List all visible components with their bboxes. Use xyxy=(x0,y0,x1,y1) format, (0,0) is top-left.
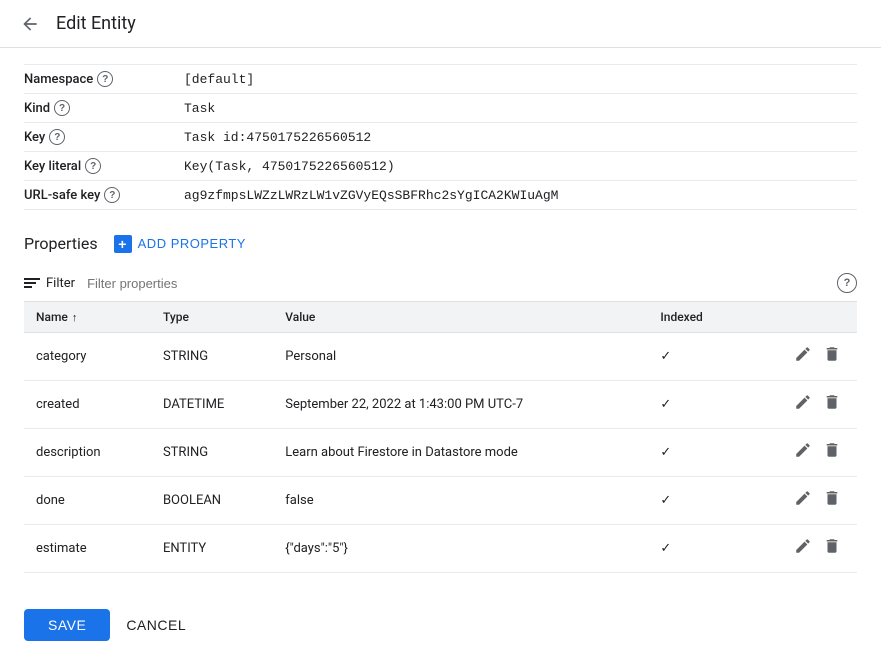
kind-help-icon[interactable]: ? xyxy=(54,100,70,116)
label-namespace: Namespace ? xyxy=(24,71,184,87)
cell-name: category xyxy=(24,333,151,381)
cell-type: STRING xyxy=(151,333,273,381)
filter-input[interactable] xyxy=(87,276,837,291)
info-row-namespace: Namespace ? [default] xyxy=(24,64,857,94)
col-header-name: Name ↑ xyxy=(24,302,151,333)
edit-row-button[interactable] xyxy=(790,535,816,562)
delete-row-button[interactable] xyxy=(819,391,845,418)
cell-actions xyxy=(743,477,857,525)
cancel-button[interactable]: CANCEL xyxy=(126,617,186,633)
col-header-actions xyxy=(743,302,857,333)
cell-value: Learn about Firestore in Datastore mode xyxy=(273,429,648,477)
save-button[interactable]: SAVE xyxy=(24,609,110,641)
table-header-row: Name ↑ Type Value Indexed xyxy=(24,302,857,333)
label-key-literal: Key literal ? xyxy=(24,158,184,174)
label-url-safe-key: URL-safe key ? xyxy=(24,187,184,203)
cell-type: ENTITY xyxy=(151,525,273,573)
info-row-key: Key ? Task id:4750175226560512 xyxy=(24,123,857,152)
value-url-safe-key: ag9zfmpsLWZzLWRzLW1vZGVyEQsSBFRhc2sYgICA… xyxy=(184,188,558,203)
delete-row-button[interactable] xyxy=(819,343,845,370)
filter-lines-icon xyxy=(24,278,40,288)
value-kind: Task xyxy=(184,101,215,116)
properties-header: Properties + ADD PROPERTY xyxy=(24,234,857,253)
cell-actions xyxy=(743,525,857,573)
sort-arrow-icon: ↑ xyxy=(72,311,78,324)
table-row: created DATETIME September 22, 2022 at 1… xyxy=(24,381,857,429)
cell-type: BOOLEAN xyxy=(151,477,273,525)
col-header-type: Type xyxy=(151,302,273,333)
delete-row-button[interactable] xyxy=(819,487,845,514)
label-kind: Kind ? xyxy=(24,100,184,116)
page-title: Edit Entity xyxy=(56,13,136,34)
properties-table: Name ↑ Type Value Indexed category STRIN… xyxy=(24,302,857,573)
col-header-value: Value xyxy=(273,302,648,333)
key-literal-help-icon[interactable]: ? xyxy=(85,158,101,174)
table-row: done BOOLEAN false ✓ xyxy=(24,477,857,525)
table-row: estimate ENTITY {"days":"5"} ✓ xyxy=(24,525,857,573)
delete-row-button[interactable] xyxy=(819,535,845,562)
cell-value: {"days":"5"} xyxy=(273,525,648,573)
info-row-kind: Kind ? Task xyxy=(24,94,857,123)
cell-name: description xyxy=(24,429,151,477)
cell-type: DATETIME xyxy=(151,381,273,429)
cell-name: done xyxy=(24,477,151,525)
cell-value: Personal xyxy=(273,333,648,381)
value-namespace: [default] xyxy=(184,72,254,87)
col-header-indexed: Indexed xyxy=(648,302,743,333)
url-safe-key-help-icon[interactable]: ? xyxy=(104,187,120,203)
table-row: category STRING Personal ✓ xyxy=(24,333,857,381)
cell-indexed: ✓ xyxy=(648,429,743,477)
add-property-button[interactable]: + ADD PROPERTY xyxy=(114,235,246,253)
filter-help-icon[interactable]: ? xyxy=(837,273,857,293)
cell-name: created xyxy=(24,381,151,429)
cell-type: STRING xyxy=(151,429,273,477)
label-key: Key ? xyxy=(24,129,184,145)
cell-name: estimate xyxy=(24,525,151,573)
back-button[interactable] xyxy=(16,10,44,38)
table-row: description STRING Learn about Firestore… xyxy=(24,429,857,477)
cell-indexed: ✓ xyxy=(648,525,743,573)
value-key-literal: Key(Task, 4750175226560512) xyxy=(184,159,395,174)
info-row-key-literal: Key literal ? Key(Task, 4750175226560512… xyxy=(24,152,857,181)
edit-row-button[interactable] xyxy=(790,439,816,466)
namespace-help-icon[interactable]: ? xyxy=(97,71,113,87)
cell-indexed: ✓ xyxy=(648,381,743,429)
edit-row-button[interactable] xyxy=(790,487,816,514)
edit-row-button[interactable] xyxy=(790,391,816,418)
add-property-icon: + xyxy=(114,235,132,253)
filter-icon-area: Filter xyxy=(24,276,75,291)
cell-value: September 22, 2022 at 1:43:00 PM UTC-7 xyxy=(273,381,648,429)
cell-actions xyxy=(743,333,857,381)
info-row-url-safe-key: URL-safe key ? ag9zfmpsLWZzLWRzLW1vZGVyE… xyxy=(24,181,857,210)
cell-actions xyxy=(743,381,857,429)
main-content: Namespace ? [default] Kind ? Task Key ? … xyxy=(0,48,881,589)
cell-value: false xyxy=(273,477,648,525)
cell-indexed: ✓ xyxy=(648,333,743,381)
footer: SAVE CANCEL xyxy=(0,589,881,661)
cell-actions xyxy=(743,429,857,477)
properties-title: Properties xyxy=(24,234,98,253)
filter-bar: Filter ? xyxy=(24,265,857,302)
edit-row-button[interactable] xyxy=(790,343,816,370)
key-help-icon[interactable]: ? xyxy=(49,129,65,145)
page-header: Edit Entity xyxy=(0,0,881,48)
value-key: Task id:4750175226560512 xyxy=(184,130,371,145)
cell-indexed: ✓ xyxy=(648,477,743,525)
filter-label: Filter xyxy=(46,276,75,291)
entity-info-section: Namespace ? [default] Kind ? Task Key ? … xyxy=(24,64,857,210)
delete-row-button[interactable] xyxy=(819,439,845,466)
